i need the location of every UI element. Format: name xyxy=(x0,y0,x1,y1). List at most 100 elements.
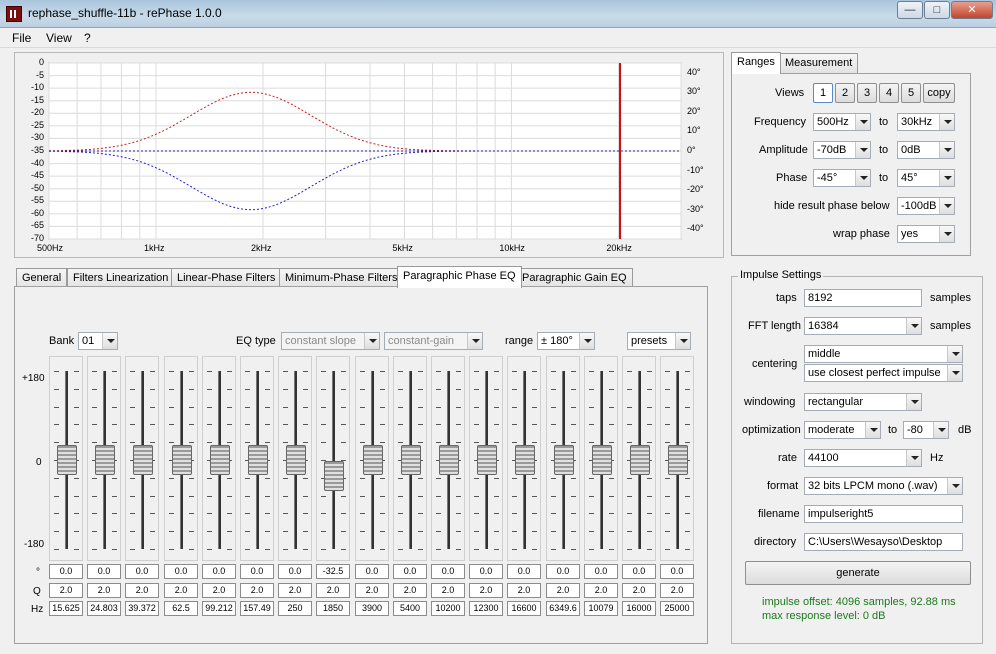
eqtype-select[interactable]: constant slope xyxy=(281,332,380,350)
band-hz-input[interactable]: 62.5 xyxy=(164,601,198,616)
slider-thumb[interactable] xyxy=(554,445,574,475)
maximize-button[interactable]: □ xyxy=(924,1,950,19)
band-q-input[interactable]: 2.0 xyxy=(125,583,159,598)
eq-slider[interactable] xyxy=(507,356,541,561)
band-q-input[interactable]: 2.0 xyxy=(393,583,427,598)
slider-thumb[interactable] xyxy=(668,445,688,475)
band-hz-input[interactable]: 250 xyxy=(278,601,312,616)
graph-canvas[interactable] xyxy=(15,53,725,259)
view-button-4[interactable]: 4 xyxy=(879,83,899,103)
eq-slider[interactable] xyxy=(431,356,465,561)
views-copy-button[interactable]: copy xyxy=(923,83,955,103)
band-hz-input[interactable]: 16000 xyxy=(622,601,656,616)
band-deg-input[interactable]: -32.5 xyxy=(316,564,350,579)
phase-to-select[interactable]: 45° xyxy=(897,169,955,187)
eq-slider[interactable] xyxy=(660,356,694,561)
eq-slider[interactable] xyxy=(584,356,618,561)
directory-input[interactable]: C:\Users\Wesayso\Desktop xyxy=(804,533,963,551)
band-deg-input[interactable]: 0.0 xyxy=(355,564,389,579)
presets-select[interactable]: presets xyxy=(627,332,691,350)
tab-general[interactable]: General xyxy=(16,268,68,288)
minimize-button[interactable]: — xyxy=(897,1,923,19)
eq-slider[interactable] xyxy=(622,356,656,561)
slider-thumb[interactable] xyxy=(630,445,650,475)
close-button[interactable]: ✕ xyxy=(951,1,993,19)
band-hz-input[interactable]: 16600 xyxy=(507,601,541,616)
freq-from-select[interactable]: 500Hz xyxy=(813,113,871,131)
band-deg-input[interactable]: 0.0 xyxy=(546,564,580,579)
band-hz-input[interactable]: 24.803 xyxy=(87,601,121,616)
menu-file[interactable]: File xyxy=(12,31,31,45)
slider-thumb[interactable] xyxy=(592,445,612,475)
slider-thumb[interactable] xyxy=(324,461,344,492)
slider-thumb[interactable] xyxy=(57,445,77,475)
slider-thumb[interactable] xyxy=(286,445,306,475)
amp-to-select[interactable]: 0dB xyxy=(897,141,955,159)
generate-button[interactable]: generate xyxy=(745,561,971,585)
slider-thumb[interactable] xyxy=(248,445,268,475)
wrap-phase-select[interactable]: yes xyxy=(897,225,955,243)
band-deg-input[interactable]: 0.0 xyxy=(469,564,503,579)
eq-slider[interactable] xyxy=(49,356,83,561)
band-hz-input[interactable]: 10200 xyxy=(431,601,465,616)
taps-input[interactable]: 8192 xyxy=(804,289,922,307)
band-deg-input[interactable]: 0.0 xyxy=(49,564,83,579)
band-hz-input[interactable]: 39.372 xyxy=(125,601,159,616)
centering-select[interactable]: middle xyxy=(804,345,963,363)
tab-paragraphic-gain-eq[interactable]: Paragraphic Gain EQ xyxy=(516,268,633,288)
eq-slider[interactable] xyxy=(240,356,274,561)
menu-view[interactable]: View xyxy=(46,31,72,45)
band-q-input[interactable]: 2.0 xyxy=(87,583,121,598)
response-graph[interactable]: 0 -5 -10 -15 -20 -25 -30 -35 -40 -45 -50 -55 -60 -65 -… xyxy=(14,52,724,258)
band-deg-input[interactable]: 0.0 xyxy=(202,564,236,579)
band-deg-input[interactable]: 0.0 xyxy=(125,564,159,579)
eq-slider[interactable] xyxy=(355,356,389,561)
band-q-input[interactable]: 2.0 xyxy=(584,583,618,598)
band-deg-input[interactable]: 0.0 xyxy=(622,564,656,579)
band-q-input[interactable]: 2.0 xyxy=(507,583,541,598)
band-hz-input[interactable]: 3900 xyxy=(355,601,389,616)
view-button-5[interactable]: 5 xyxy=(901,83,921,103)
band-q-input[interactable]: 2.0 xyxy=(164,583,198,598)
eq-slider[interactable] xyxy=(469,356,503,561)
band-q-input[interactable]: 2.0 xyxy=(546,583,580,598)
band-q-input[interactable]: 2.0 xyxy=(240,583,274,598)
tab-measurement[interactable]: Measurement xyxy=(779,53,859,73)
range-select[interactable]: ± 180° xyxy=(537,332,595,350)
slider-thumb[interactable] xyxy=(133,445,153,475)
tab-ranges[interactable]: Ranges xyxy=(731,52,781,74)
band-hz-input[interactable]: 10079 xyxy=(584,601,618,616)
slider-thumb[interactable] xyxy=(477,445,497,475)
hide-phase-select[interactable]: -100dB xyxy=(897,197,955,215)
band-deg-input[interactable]: 0.0 xyxy=(240,564,274,579)
band-deg-input[interactable]: 0.0 xyxy=(584,564,618,579)
eq-slider[interactable] xyxy=(278,356,312,561)
view-button-3[interactable]: 3 xyxy=(857,83,877,103)
band-hz-input[interactable]: 6349.6 xyxy=(546,601,580,616)
band-q-input[interactable]: 2.0 xyxy=(49,583,83,598)
slider-thumb[interactable] xyxy=(439,445,459,475)
band-deg-input[interactable]: 0.0 xyxy=(431,564,465,579)
phase-from-select[interactable]: -45° xyxy=(813,169,871,187)
band-q-input[interactable]: 2.0 xyxy=(355,583,389,598)
eq-slider[interactable] xyxy=(87,356,121,561)
band-deg-input[interactable]: 0.0 xyxy=(507,564,541,579)
band-q-input[interactable]: 2.0 xyxy=(316,583,350,598)
tab-paragraphic-phase-eq[interactable]: Paragraphic Phase EQ xyxy=(397,266,522,288)
amp-from-select[interactable]: -70dB xyxy=(813,141,871,159)
band-deg-input[interactable]: 0.0 xyxy=(164,564,198,579)
band-q-input[interactable]: 2.0 xyxy=(469,583,503,598)
centering-mode-select[interactable]: use closest perfect impulse xyxy=(804,364,963,382)
band-deg-input[interactable]: 0.0 xyxy=(660,564,694,579)
bank-select[interactable]: 01 xyxy=(78,332,118,350)
band-q-input[interactable]: 2.0 xyxy=(660,583,694,598)
slider-thumb[interactable] xyxy=(363,445,383,475)
band-hz-input[interactable]: 12300 xyxy=(469,601,503,616)
band-hz-input[interactable]: 25000 xyxy=(660,601,694,616)
band-q-input[interactable]: 2.0 xyxy=(278,583,312,598)
tab-linear-phase-filters[interactable]: Linear-Phase Filters xyxy=(171,268,282,288)
band-deg-input[interactable]: 0.0 xyxy=(393,564,427,579)
eq-slider[interactable] xyxy=(546,356,580,561)
band-q-input[interactable]: 2.0 xyxy=(431,583,465,598)
slider-thumb[interactable] xyxy=(401,445,421,475)
